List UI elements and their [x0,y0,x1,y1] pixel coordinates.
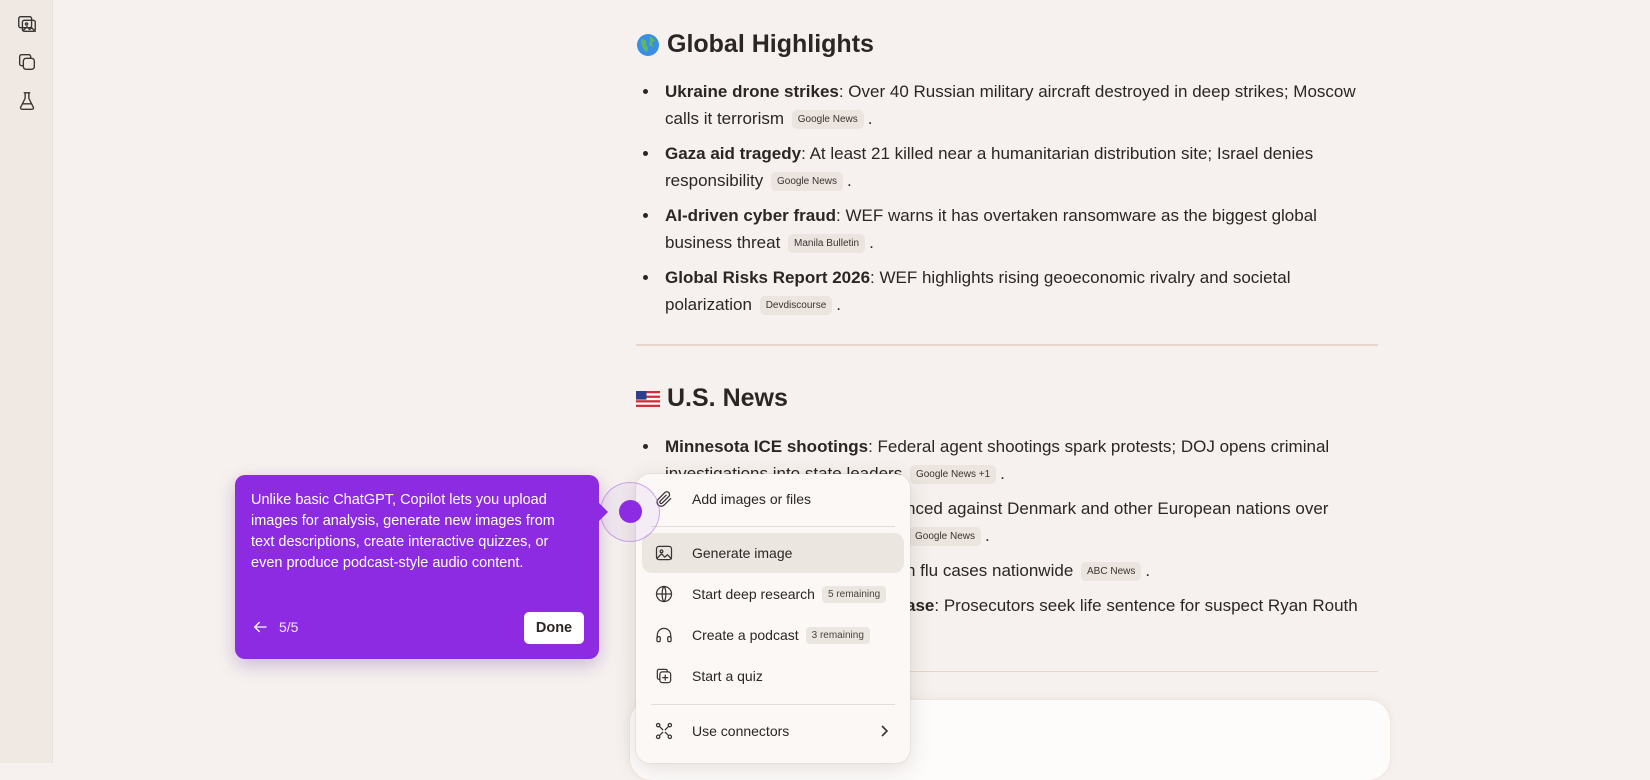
tour-step-counter: 5/5 [279,619,299,635]
menu-item-label: Add images or files [692,491,812,507]
remaining-badge: 3 remaining [805,626,870,644]
item-headline: ase [906,596,935,615]
tour-pointer-dot [619,500,642,523]
globe-icon [654,584,674,604]
item-headline: Global Risks Report 2026 [665,268,871,287]
item-text: nced against Denmark and other European … [906,499,1329,518]
list-item: Gaza aid tragedy: At least 21 killed nea… [636,140,1378,194]
list-item: Global Risks Report 2026: WEF highlights… [636,264,1378,318]
tooltip-text: Unlike basic ChatGPT, Copilot lets you u… [251,492,555,571]
generate-image-item[interactable]: Generate image [642,533,904,573]
gallery-icon[interactable] [13,10,41,38]
section-title-text: Global Highlights [667,30,874,58]
onboarding-tooltip: Unlike basic ChatGPT, Copilot lets you u… [235,475,608,659]
menu-item-label: Use connectors [692,723,790,739]
item-end: . [836,295,842,314]
item-end: . [869,233,874,252]
left-sidebar [0,0,53,763]
item-end: . [985,526,990,545]
global-news-list: Ukraine drone strikes: Over 40 Russian m… [636,78,1378,326]
flask-icon[interactable] [13,87,41,115]
section-title-global: Global Highlights [636,30,874,59]
menu-item-label: Generate image [692,545,793,561]
chevron-right-icon [876,723,892,739]
create-podcast-item[interactable]: Create a podcast 3 remaining [642,615,904,655]
item-text: : Prosecutors seek life sentence for sus… [934,596,1358,615]
item-end: . [847,171,852,190]
section-divider [636,344,1378,346]
menu-divider [651,704,895,705]
source-chip[interactable]: Manila Bulletin [788,234,866,253]
use-connectors-item[interactable]: Use connectors [642,711,904,751]
menu-item-label: Create a podcast [692,627,799,643]
item-end: . [867,109,873,128]
list-item: Ukraine drone strikes: Over 40 Russian m… [636,78,1378,132]
image-icon [654,543,674,563]
section-title-text: U.S. News [667,384,788,412]
item-headline: AI-driven cyber fraud [665,206,836,225]
item-end: . [1145,561,1151,580]
source-chip[interactable]: Google News [909,527,982,546]
list-item: AI-driven cyber fraud: WEF warns it has … [636,202,1378,256]
done-button[interactable]: Done [524,612,584,644]
source-chip[interactable]: Devdiscourse [759,296,833,315]
add-images-or-files-item[interactable]: Add images or files [642,479,904,519]
start-deep-research-item[interactable]: Start deep research 5 remaining [642,574,904,614]
section-title-us: U.S. News [636,384,788,413]
item-text: n flu cases nationwide [906,561,1074,580]
menu-divider [651,526,895,527]
back-arrow-icon[interactable] [251,618,271,638]
menu-item-label: Start a quiz [692,668,763,684]
globe-emoji-icon [637,33,659,56]
menu-item-label: Start deep research [692,586,815,602]
remaining-badge: 5 remaining [821,585,887,603]
quiz-icon [654,666,674,686]
item-end: . [1000,464,1005,483]
attachment-menu: Add images or files Generate image Start… [636,474,910,763]
copy-pages-icon[interactable] [13,48,41,76]
item-headline: Ukraine drone strikes [665,82,839,101]
source-chip[interactable]: ABC News [1081,562,1142,581]
item-headline: Minnesota ICE shootings [665,437,869,456]
headphones-icon [654,625,674,645]
us-flag-icon [636,390,660,407]
source-chip[interactable]: Google News +1 [909,465,997,484]
connectors-icon [654,721,674,741]
source-chip[interactable]: Google News [771,172,844,191]
item-headline: Gaza aid tragedy [665,144,802,163]
start-quiz-item[interactable]: Start a quiz [642,656,904,696]
source-chip[interactable]: Google News [791,110,864,129]
